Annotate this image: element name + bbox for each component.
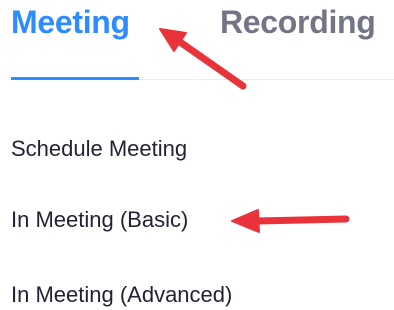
red-arrow-icon [231, 209, 350, 233]
red-arrow-icon [159, 28, 247, 90]
annotation-arrows [159, 28, 350, 233]
